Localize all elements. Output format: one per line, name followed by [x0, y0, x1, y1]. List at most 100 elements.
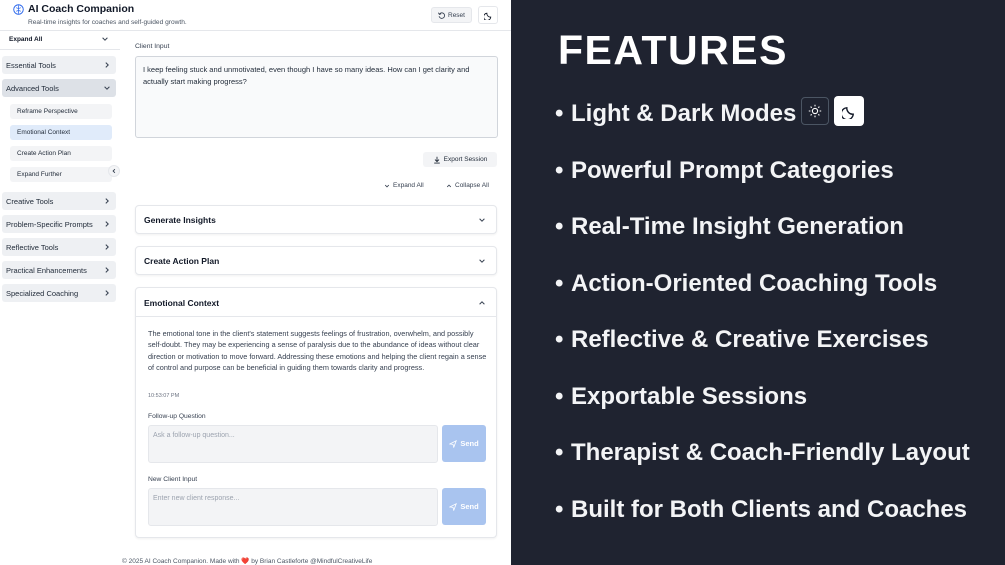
- chevron-down-icon[interactable]: [101, 35, 109, 43]
- bullet-icon: •: [555, 383, 564, 410]
- bullet-icon: •: [555, 439, 564, 466]
- card-emotional-context: Emotional Context The emotional tone in …: [135, 287, 497, 538]
- client-input-textarea[interactable]: I keep feeling stuck and unmotivated, ev…: [135, 56, 498, 138]
- feature-item: • Built for Both Clients and Coaches: [555, 496, 967, 524]
- sidebar-item-specialized-coaching[interactable]: Specialized Coaching: [2, 284, 116, 302]
- new-input-send-button[interactable]: Send: [442, 488, 486, 525]
- feature-label: Exportable Sessions: [571, 383, 808, 410]
- sidebar-subitem-label: Reframe Perspective: [17, 108, 78, 115]
- bullet-icon: •: [555, 326, 564, 353]
- feature-item: • Exportable Sessions: [555, 383, 807, 411]
- features-title: FEATURES: [558, 27, 788, 73]
- send-icon: [449, 502, 458, 511]
- followup-label: Follow-up Question: [148, 413, 206, 420]
- card-title: Create Action Plan: [144, 256, 220, 266]
- bullet-icon: •: [555, 270, 564, 297]
- feature-item: • Powerful Prompt Categories: [555, 157, 894, 185]
- chevron-down-icon: [104, 86, 110, 90]
- emotional-context-text: The emotional tone in the client's state…: [148, 329, 487, 373]
- chevron-right-icon: [105, 290, 109, 296]
- moon-icon: [841, 106, 854, 119]
- feature-label: Built for Both Clients and Coaches: [571, 496, 968, 523]
- sidebar-subitem-expand-further[interactable]: Expand Further: [10, 167, 112, 182]
- sidebar-subitem-label: Create Action Plan: [17, 150, 71, 157]
- footer-text: © 2025 AI Coach Companion. Made with ❤️ …: [122, 558, 373, 565]
- sidebar-subitem-emotional-context[interactable]: Emotional Context: [10, 125, 112, 140]
- sidebar-item-creative-tools[interactable]: Creative Tools: [2, 192, 116, 210]
- chevron-up-icon: [446, 184, 452, 187]
- sidebar-item-advanced-tools[interactable]: Advanced Tools: [2, 79, 116, 97]
- reset-label: Reset: [448, 11, 465, 19]
- bullet-icon: •: [555, 100, 564, 127]
- app-subtitle: Real-time insights for coaches and self-…: [28, 19, 187, 26]
- collapse-all-button[interactable]: Collapse All: [446, 182, 489, 189]
- expand-all-label: Expand All: [393, 182, 424, 189]
- chevron-right-icon: [105, 267, 109, 273]
- sidebar-subitem-reframe-perspective[interactable]: Reframe Perspective: [10, 104, 112, 119]
- sidebar-item-label: Practical Enhancements: [6, 265, 87, 275]
- feature-item: • Light & Dark Modes: [555, 100, 796, 128]
- dark-mode-button[interactable]: [834, 96, 864, 126]
- card-create-action-plan[interactable]: Create Action Plan: [135, 246, 497, 275]
- download-icon: [433, 156, 440, 163]
- feature-item: • Real-Time Insight Generation: [555, 213, 904, 241]
- new-client-input[interactable]: Enter new client response...: [148, 488, 438, 526]
- new-input-label: New Client Input: [148, 476, 198, 483]
- sidebar-subitem-label: Expand Further: [17, 171, 62, 178]
- followup-input[interactable]: Ask a follow-up question...: [148, 425, 438, 463]
- sun-icon: [808, 104, 822, 118]
- chevron-right-icon: [105, 244, 109, 250]
- sidebar-item-label: Specialized Coaching: [6, 288, 79, 298]
- collapse-all-label: Collapse All: [455, 182, 489, 189]
- feature-label: Therapist & Coach-Friendly Layout: [571, 439, 970, 466]
- expand-all-button[interactable]: Expand All: [384, 182, 424, 189]
- chevron-up-icon[interactable]: [478, 299, 486, 307]
- features-panel: FEATURES • Light & Dark Modes • Powerful P…: [511, 0, 1005, 565]
- sidebar-item-label: Problem-Specific Prompts: [6, 219, 93, 229]
- divider: [0, 49, 120, 50]
- feature-item: • Therapist & Coach-Friendly Layout: [555, 439, 970, 467]
- feature-label: Powerful Prompt Categories: [571, 157, 894, 184]
- sidebar-collapse-button[interactable]: [108, 165, 120, 177]
- app-header: AI Coach Companion Real-time insights fo…: [0, 0, 511, 31]
- feature-item: • Reflective & Creative Exercises: [555, 326, 929, 354]
- feature-label: Action-Oriented Coaching Tools: [571, 270, 938, 297]
- sidebar-item-essential-tools[interactable]: Essential Tools: [2, 56, 116, 74]
- bullet-icon: •: [555, 213, 564, 240]
- reset-button[interactable]: Reset: [431, 7, 472, 23]
- sidebar-item-label: Creative Tools: [6, 196, 54, 206]
- theme-toggle-button[interactable]: [478, 6, 498, 24]
- sidebar-item-problem-specific-prompts[interactable]: Problem-Specific Prompts: [2, 215, 116, 233]
- feature-item: • Action-Oriented Coaching Tools: [555, 270, 937, 298]
- send-label: Send: [460, 502, 479, 511]
- reset-icon: [438, 11, 445, 19]
- export-session-button[interactable]: Export Session: [423, 152, 497, 167]
- light-mode-button[interactable]: [801, 97, 829, 125]
- app-window: AI Coach Companion Real-time insights fo…: [0, 0, 511, 565]
- bullet-icon: •: [555, 157, 564, 184]
- feature-label: Light & Dark Modes: [571, 100, 797, 127]
- chevron-left-icon: [112, 168, 116, 174]
- sidebar-item-label: Reflective Tools: [6, 242, 59, 252]
- client-input-label: Client Input: [135, 43, 170, 50]
- moon-icon: [483, 12, 491, 20]
- chevron-down-icon: [479, 259, 485, 263]
- timestamp: 10:53:07 PM: [148, 393, 180, 399]
- sidebar-subitem-create-action-plan[interactable]: Create Action Plan: [10, 146, 112, 161]
- followup-send-button[interactable]: Send: [442, 425, 486, 462]
- chevron-down-icon: [384, 184, 390, 187]
- card-title[interactable]: Emotional Context: [144, 298, 219, 308]
- sidebar-item-reflective-tools[interactable]: Reflective Tools: [2, 238, 116, 256]
- sidebar-subitem-label: Emotional Context: [17, 129, 71, 136]
- sidebar-item-practical-enhancements[interactable]: Practical Enhancements: [2, 261, 116, 279]
- feature-label: Reflective & Creative Exercises: [571, 326, 929, 353]
- send-icon: [449, 439, 458, 448]
- sidebar-item-label: Essential Tools: [6, 60, 56, 70]
- sidebar-expand-all[interactable]: Expand All: [9, 36, 42, 43]
- send-label: Send: [460, 439, 479, 448]
- chevron-right-icon: [105, 198, 109, 204]
- app-title: AI Coach Companion: [28, 3, 135, 15]
- card-generate-insights[interactable]: Generate Insights: [135, 205, 497, 234]
- divider: [136, 316, 496, 317]
- sidebar-item-label: Advanced Tools: [6, 83, 59, 93]
